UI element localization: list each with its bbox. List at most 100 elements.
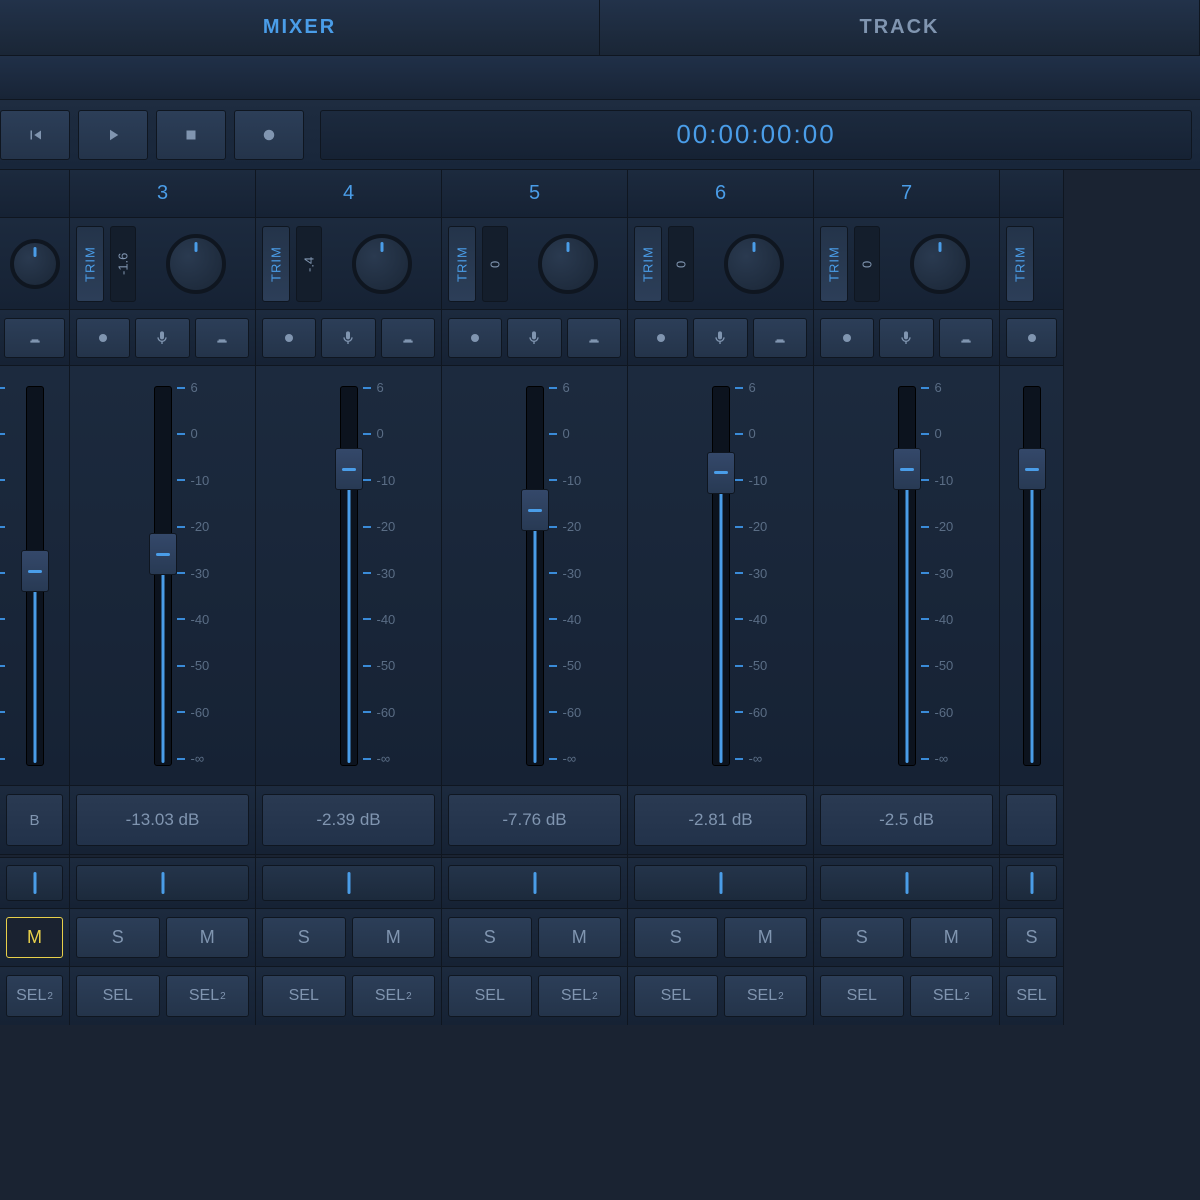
channel-number[interactable]: 4 [256, 170, 441, 218]
pan-slider[interactable] [76, 865, 249, 901]
select2-button[interactable]: SEL2 [910, 975, 994, 1017]
solo-button[interactable]: S [262, 917, 346, 958]
mute-button[interactable]: M [6, 917, 63, 958]
fader-track[interactable] [340, 386, 358, 766]
solo-button[interactable]: S [634, 917, 718, 958]
io-button[interactable] [507, 318, 561, 358]
trim-knob[interactable] [724, 234, 784, 294]
pan-slider[interactable] [262, 865, 435, 901]
mute-button[interactable]: M [166, 917, 250, 958]
trim-button[interactable]: TRIM [262, 226, 290, 302]
fader-track[interactable] [526, 386, 544, 766]
trim-button[interactable]: TRIM [820, 226, 848, 302]
mic-icon [154, 330, 170, 346]
trim-knob[interactable] [10, 239, 60, 289]
db-readout[interactable]: B [6, 794, 63, 846]
tab-track[interactable]: TRACK [600, 0, 1200, 55]
io-button[interactable] [939, 318, 993, 358]
mute-button[interactable]: M [724, 917, 808, 958]
fader-track[interactable] [154, 386, 172, 766]
pan-slider[interactable] [448, 865, 621, 901]
select2-button[interactable]: SEL2 [538, 975, 622, 1017]
trim-button[interactable]: TRIM [1006, 226, 1034, 302]
fader-handle[interactable] [149, 533, 177, 575]
io-button[interactable] [76, 318, 130, 358]
pan-slider[interactable] [1006, 865, 1057, 901]
solo-button[interactable]: S [76, 917, 160, 958]
channel-number[interactable] [0, 170, 69, 218]
fader-handle[interactable] [707, 452, 735, 494]
select2-button[interactable]: SEL2 [166, 975, 250, 1017]
db-readout[interactable] [1006, 794, 1057, 846]
io-button[interactable] [820, 318, 874, 358]
io-button[interactable] [1006, 318, 1057, 358]
select-button[interactable]: SEL [634, 975, 718, 1017]
select-button[interactable]: SEL [820, 975, 904, 1017]
timecode-display[interactable]: 00:00:00:00 [320, 110, 1192, 160]
tab-mixer[interactable]: MIXER [0, 0, 600, 55]
solo-button[interactable]: S [448, 917, 532, 958]
io-button[interactable] [262, 318, 316, 358]
fader-handle[interactable] [521, 489, 549, 531]
knob-indicator [380, 242, 383, 252]
trim-button[interactable]: TRIM [76, 226, 104, 302]
trim-knob[interactable] [538, 234, 598, 294]
mute-button[interactable]: M [538, 917, 622, 958]
io-button[interactable] [135, 318, 189, 358]
io-button[interactable] [195, 318, 249, 358]
db-readout[interactable]: -2.39 dB [262, 794, 435, 846]
channel-number[interactable]: 7 [814, 170, 999, 218]
mute-button[interactable]: M [910, 917, 994, 958]
channel-number[interactable] [1000, 170, 1063, 218]
solo-button[interactable]: S [1006, 917, 1057, 958]
io-button[interactable] [693, 318, 747, 358]
fader-track[interactable] [1023, 386, 1041, 766]
fader-track[interactable] [712, 386, 730, 766]
scale-tick: 0 [377, 426, 396, 441]
fader-track[interactable] [26, 386, 44, 766]
fader-handle[interactable] [1018, 448, 1046, 490]
trim-value: 0 [854, 226, 880, 302]
io-button[interactable] [321, 318, 375, 358]
io-button[interactable] [567, 318, 621, 358]
trim-button[interactable]: TRIM [448, 226, 476, 302]
rewind-button[interactable] [0, 110, 70, 160]
select2-button[interactable]: SEL2 [724, 975, 808, 1017]
trim-knob[interactable] [910, 234, 970, 294]
db-readout[interactable]: -2.81 dB [634, 794, 807, 846]
fader-handle[interactable] [21, 550, 49, 592]
mic-icon [340, 330, 356, 346]
channel-number[interactable]: 6 [628, 170, 813, 218]
select2-button[interactable]: SEL2 [6, 975, 63, 1017]
stop-button[interactable] [156, 110, 226, 160]
play-button[interactable] [78, 110, 148, 160]
mute-button[interactable]: M [352, 917, 436, 958]
io-button[interactable] [634, 318, 688, 358]
trim-knob[interactable] [166, 234, 226, 294]
fader-handle[interactable] [893, 448, 921, 490]
io-button[interactable] [753, 318, 807, 358]
trim-button[interactable]: TRIM [634, 226, 662, 302]
pan-slider[interactable] [634, 865, 807, 901]
select-button[interactable]: SEL [1006, 975, 1057, 1017]
db-readout[interactable]: -2.5 dB [820, 794, 993, 846]
select-button[interactable]: SEL [76, 975, 160, 1017]
channel-number[interactable]: 3 [70, 170, 255, 218]
io-button[interactable] [879, 318, 933, 358]
io-button[interactable] [4, 318, 65, 358]
io-button[interactable] [448, 318, 502, 358]
record-button[interactable] [234, 110, 304, 160]
pan-slider[interactable] [6, 865, 63, 901]
solo-button[interactable]: S [820, 917, 904, 958]
select2-button[interactable]: SEL2 [352, 975, 436, 1017]
select-button[interactable]: SEL [448, 975, 532, 1017]
io-button[interactable] [381, 318, 435, 358]
channel-number[interactable]: 5 [442, 170, 627, 218]
db-readout[interactable]: -7.76 dB [448, 794, 621, 846]
select-button[interactable]: SEL [262, 975, 346, 1017]
fader-track[interactable] [898, 386, 916, 766]
pan-slider[interactable] [820, 865, 993, 901]
trim-knob[interactable] [352, 234, 412, 294]
db-readout[interactable]: -13.03 dB [76, 794, 249, 846]
fader-handle[interactable] [335, 448, 363, 490]
